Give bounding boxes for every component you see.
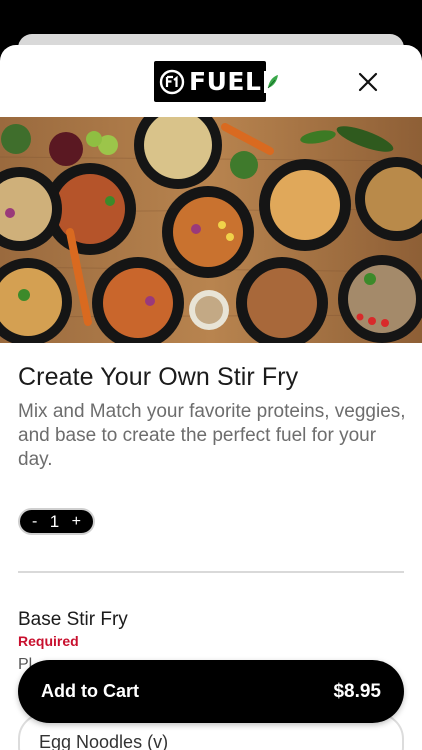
brand-logo-text: FUEL [189,67,284,96]
product-modal: FUEL Create Your Own Stir Fry Mix and Ma… [0,45,422,750]
product-title: Create Your Own Stir Fry [18,363,299,391]
quantity-stepper[interactable]: - 1 + [18,508,95,535]
brand-name: FUEL [189,67,262,96]
close-icon[interactable] [355,69,381,95]
increment-button[interactable]: + [72,513,81,531]
required-label: Required [18,633,79,649]
brand-mark-icon [159,69,185,94]
add-to-cart-button[interactable]: Add to Cart $8.95 [18,660,404,723]
quantity-value: 1 [49,511,60,531]
app-screen: FUEL Create Your Own Stir Fry Mix and Ma… [0,0,422,750]
product-description: Mix and Match your favorite proteins, ve… [18,401,406,470]
hero-food-image [0,117,422,343]
divider [18,571,404,573]
leaf-d-icon [264,70,283,93]
decrement-button[interactable]: - [32,513,37,531]
brand-logo: FUEL [154,61,283,102]
section-title: Base Stir Fry [18,609,128,630]
modal-header: FUEL [0,45,422,117]
add-to-cart-label: Add to Cart [41,681,139,701]
cart-price: $8.95 [333,680,381,702]
